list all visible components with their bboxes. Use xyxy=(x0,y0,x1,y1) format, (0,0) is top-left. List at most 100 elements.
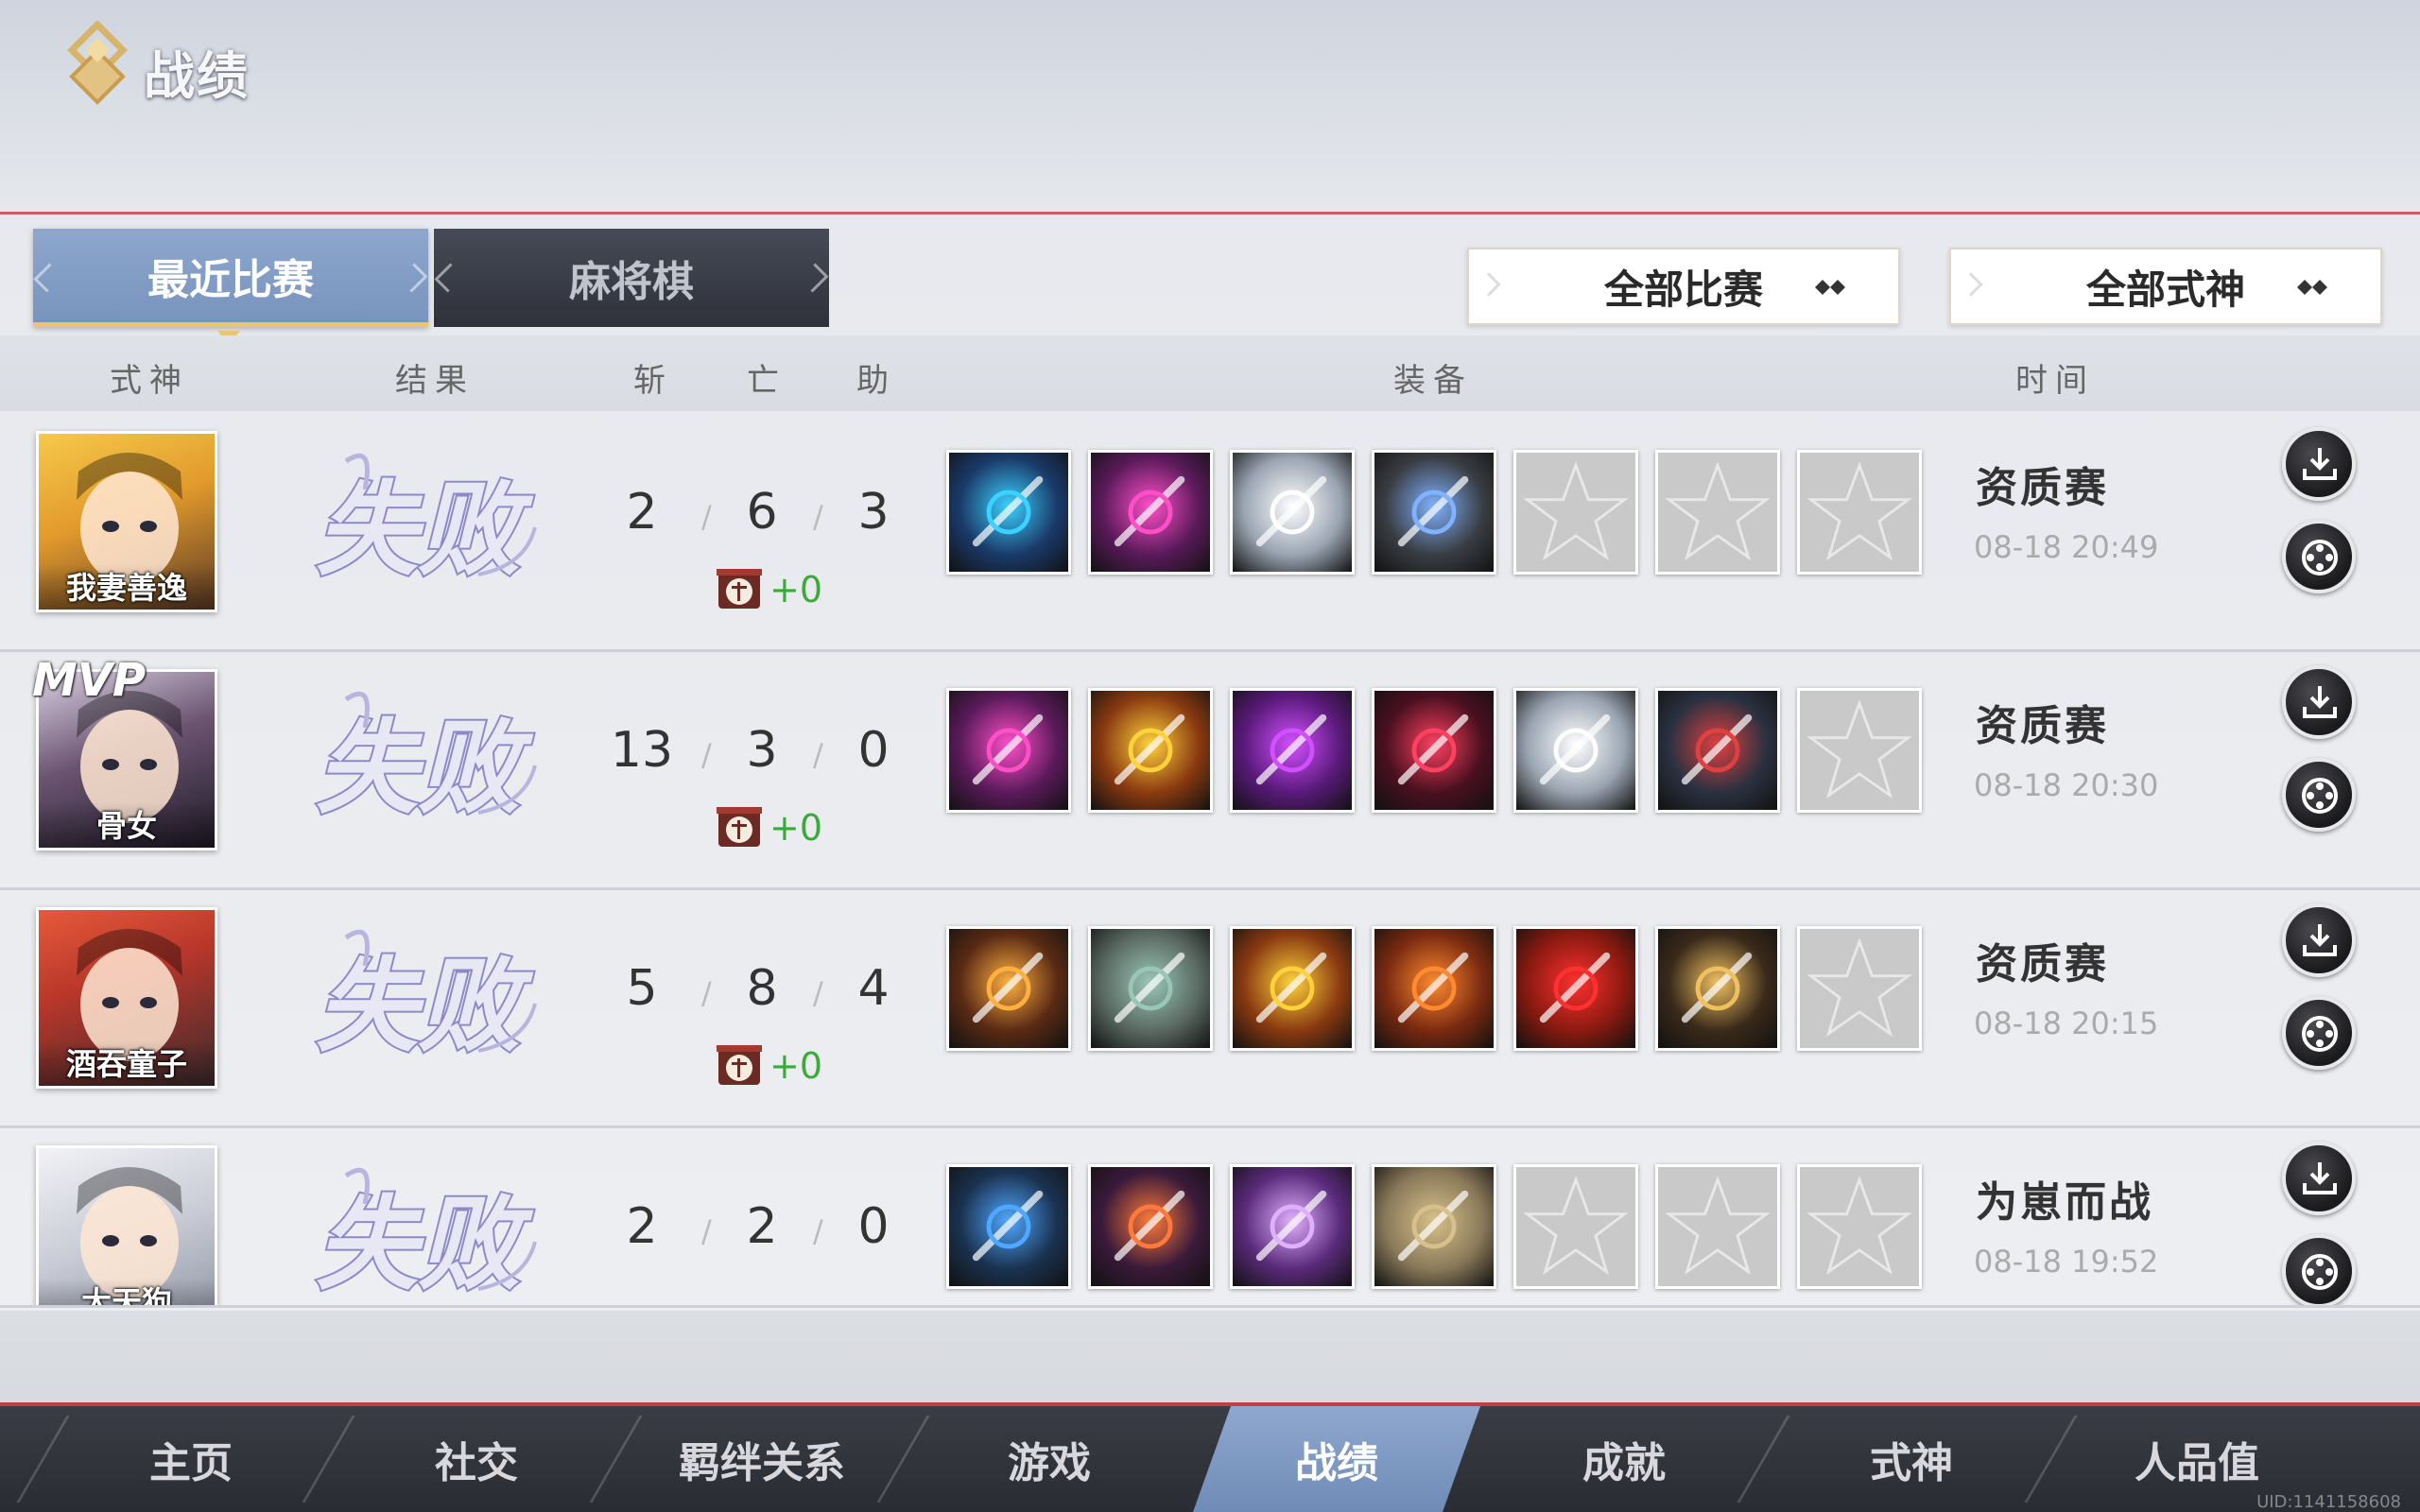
shikigami-dropdown[interactable]: 全部式神 xyxy=(1949,248,2382,325)
assists-value: 3 xyxy=(857,484,890,541)
tab-recent-matches[interactable]: 最近比赛 xyxy=(33,229,428,327)
equipment-icon xyxy=(1114,1190,1185,1262)
equipment-item[interactable] xyxy=(1655,926,1780,1051)
match-row[interactable]: 我妻善逸 失败 2 / 6 / 3 +0 资质赛 08-18 20:49 xyxy=(0,414,2420,652)
equipment-item[interactable] xyxy=(1513,688,1638,813)
deaths-value: 3 xyxy=(746,722,778,779)
download-replay-button[interactable] xyxy=(2282,1142,2356,1215)
nav-games[interactable]: 游戏 xyxy=(906,1406,1193,1512)
deaths-value: 8 xyxy=(746,960,778,1017)
watch-replay-button[interactable] xyxy=(2282,996,2356,1070)
tab-label: 最近比赛 xyxy=(147,255,314,304)
dropdown-diamond-icon xyxy=(2297,280,2327,295)
col-time: 时间 xyxy=(2015,362,2095,400)
match-row[interactable]: 大天狗 失败 2 / 2 / 0 为崽而战 08-18 19:52 xyxy=(0,1128,2420,1308)
match-time: 08-18 20:30 xyxy=(1974,767,2159,803)
nav-social[interactable]: 社交 xyxy=(333,1406,620,1512)
col-result: 结果 xyxy=(395,362,475,400)
nav-shikigami[interactable]: 式神 xyxy=(1768,1406,2055,1512)
tab-mahjong-chess[interactable]: 麻将棋 xyxy=(434,229,829,327)
kills-value: 2 xyxy=(626,1198,658,1255)
match-row[interactable]: 骨女 MVP 失败 13 / 3 / 0 +0 资质赛 08-18 20:30 xyxy=(0,652,2420,890)
chevron-right-icon xyxy=(1477,272,1501,297)
shikigami-avatar[interactable]: 酒吞童子 xyxy=(36,907,217,1089)
watch-replay-button[interactable] xyxy=(2282,1234,2356,1305)
col-shikigami: 式神 xyxy=(110,362,189,400)
equipment-item[interactable] xyxy=(946,450,1071,575)
equipment-item[interactable] xyxy=(1230,1164,1355,1289)
deaths-value: 6 xyxy=(746,484,778,541)
result-defeat: 失败 xyxy=(308,909,544,1098)
star-icon xyxy=(1800,699,1919,810)
result-text: 失败 xyxy=(316,1185,534,1304)
match-mode: 资质赛 xyxy=(1976,702,2109,750)
equipment-item[interactable] xyxy=(1372,926,1496,1051)
assists-value: 0 xyxy=(857,1198,890,1255)
bonus-value: +0 xyxy=(769,569,823,610)
page-title: 战绩 xyxy=(144,46,250,106)
equipment-item[interactable] xyxy=(1088,688,1213,813)
equipment-item[interactable] xyxy=(1372,1164,1496,1289)
chevron-left-icon xyxy=(33,263,63,293)
equipment-item[interactable] xyxy=(946,688,1071,813)
equipment-icon xyxy=(1681,713,1753,785)
deaths-value: 2 xyxy=(746,1198,778,1255)
watch-replay-button[interactable] xyxy=(2282,758,2356,832)
equipment-item[interactable] xyxy=(1088,450,1213,575)
equipment-item[interactable] xyxy=(1230,450,1355,575)
user-id: UID:1141158608 xyxy=(2256,1492,2401,1512)
equipment-icon xyxy=(1539,713,1611,785)
bonus-value: +0 xyxy=(769,807,823,849)
empty-equipment-slot xyxy=(1513,1164,1638,1289)
equipment-icon xyxy=(1681,952,1753,1023)
equipment-item[interactable] xyxy=(1655,688,1780,813)
equipment-icon xyxy=(1114,475,1185,547)
result-defeat: 失败 xyxy=(308,433,544,622)
col-assists: 助 xyxy=(856,362,896,400)
download-replay-button[interactable] xyxy=(2282,427,2356,501)
nav-home[interactable]: 主页 xyxy=(47,1406,335,1512)
star-icon xyxy=(1800,1176,1919,1286)
kills-value: 2 xyxy=(626,484,658,541)
col-equipment: 装备 xyxy=(1393,362,1473,400)
match-time: 08-18 20:15 xyxy=(1974,1005,2159,1041)
shikigami-avatar[interactable]: 我妻善逸 xyxy=(36,431,217,612)
download-replay-button[interactable] xyxy=(2282,903,2356,977)
equipment-item[interactable] xyxy=(1372,688,1496,813)
nav-achievements[interactable]: 成就 xyxy=(1480,1406,1768,1512)
nav-bonds[interactable]: 羁绊关系 xyxy=(618,1406,906,1512)
shikigami-avatar[interactable]: 大天狗 xyxy=(36,1145,217,1305)
equipment-icon xyxy=(1397,952,1469,1023)
equipment-icon xyxy=(1114,952,1185,1023)
shikigami-name: 大天狗 xyxy=(39,1279,215,1305)
equipment-icon xyxy=(1255,475,1327,547)
diamond-logo-icon xyxy=(67,21,128,105)
equipment-item[interactable] xyxy=(1372,450,1496,575)
match-type-dropdown[interactable]: 全部比赛 xyxy=(1467,248,1900,325)
equipment-item[interactable] xyxy=(1088,1164,1213,1289)
equipment-icon xyxy=(1539,952,1611,1023)
bottom-navigation: 主页 社交 羁绊关系 游戏 战绩 成就 式神 人品值 UID:114115860… xyxy=(0,1406,2420,1512)
equipment-item[interactable] xyxy=(1230,926,1355,1051)
equipment-icon xyxy=(1397,1190,1469,1262)
stat-separator: / xyxy=(701,975,712,1011)
header-bar: 战绩 xyxy=(0,0,2420,213)
nav-records[interactable]: 战绩 xyxy=(1193,1406,1480,1512)
star-icon xyxy=(1516,1176,1635,1286)
torii-score-icon xyxy=(715,801,764,854)
result-text: 失败 xyxy=(316,471,534,590)
equipment-item[interactable] xyxy=(1230,688,1355,813)
stat-separator: / xyxy=(813,975,823,1011)
empty-equipment-slot xyxy=(1797,926,1922,1051)
watch-replay-button[interactable] xyxy=(2282,520,2356,593)
match-row[interactable]: 酒吞童子 失败 5 / 8 / 4 +0 资质赛 08-18 20:15 xyxy=(0,890,2420,1128)
equipment-icon xyxy=(1255,1190,1327,1262)
empty-equipment-slot xyxy=(1655,1164,1780,1289)
equipment-item[interactable] xyxy=(1513,926,1638,1051)
download-replay-button[interactable] xyxy=(2282,665,2356,739)
equipment-item[interactable] xyxy=(1088,926,1213,1051)
equipment-item[interactable] xyxy=(946,926,1071,1051)
torii-score-icon xyxy=(715,563,764,616)
equipment-item[interactable] xyxy=(946,1164,1071,1289)
shikigami-name: 我妻善逸 xyxy=(39,564,215,610)
